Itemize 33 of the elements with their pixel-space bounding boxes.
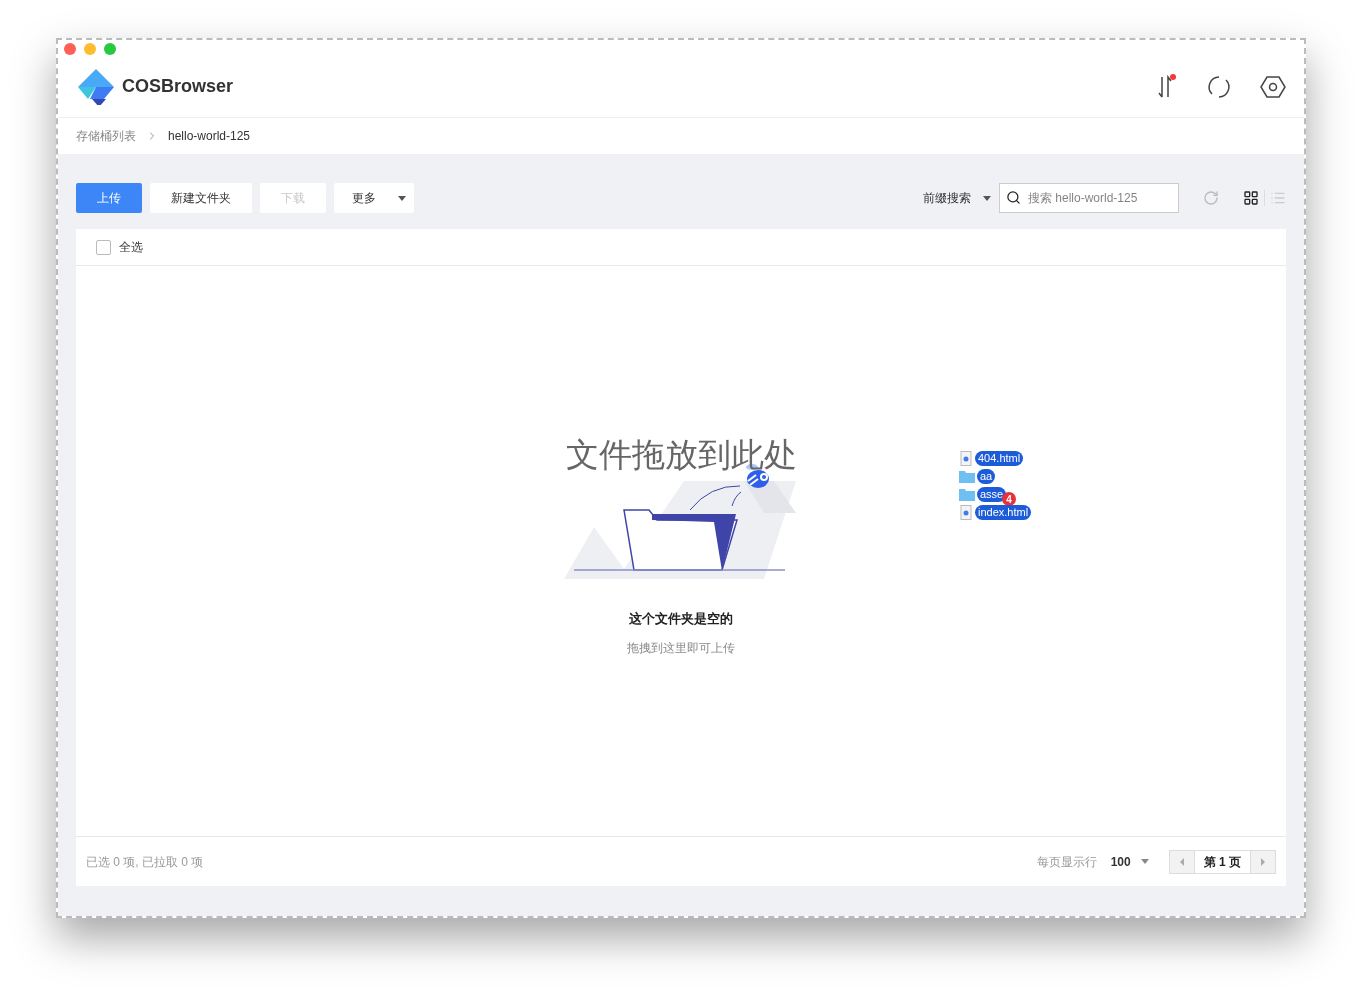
empty-subtitle: 拖拽到这里即可上传 [627, 639, 735, 657]
file-icon [959, 451, 973, 466]
file-icon [959, 505, 973, 520]
more-dropdown[interactable]: 更多 [334, 183, 414, 213]
toolbar-button[interactable]: 上传 [76, 183, 142, 213]
breadcrumb-item[interactable]: hello-world-125 [168, 127, 251, 145]
previous-page-button[interactable] [1169, 850, 1194, 873]
next-page-button[interactable] [1251, 850, 1275, 873]
search-mode-dropdown[interactable]: 前缀搜索 [923, 189, 991, 207]
page-size-label: 每页显示行 [1036, 853, 1097, 871]
search-field[interactable]: 搜索 hello-world-125 [999, 183, 1179, 213]
count-badge: 4 [1002, 492, 1016, 506]
drop-hint: 文件拖放到此处 [565, 438, 797, 471]
sync-icon[interactable] [1206, 73, 1232, 100]
search-icon [1006, 190, 1021, 205]
page-size-dropdown[interactable]: 100 [1110, 852, 1149, 871]
dragged-item-label: aa [977, 469, 996, 484]
list-view-icon[interactable] [1270, 190, 1286, 206]
dragged-item-label: 404.html [975, 451, 1024, 466]
breadcrumb-item[interactable]: 存储桶列表 [76, 127, 136, 145]
app-title: COSBrowser [122, 75, 234, 98]
selection-status: 已选 0 项, 已拉取 0 项 [86, 853, 204, 871]
empty-title: 这个文件夹是空的 [629, 610, 733, 628]
grid-view-icon[interactable] [1243, 190, 1259, 206]
settings-icon[interactable] [1260, 73, 1286, 100]
folder-icon [959, 488, 975, 501]
folder-icon [959, 470, 975, 483]
refresh-icon[interactable] [1203, 190, 1219, 206]
toolbar-button[interactable]: 新建文件夹 [150, 183, 252, 213]
checkbox[interactable] [96, 239, 111, 255]
dragged-item-label: index.html [975, 505, 1032, 520]
logo-icon [78, 68, 114, 105]
select-all-label: 全选 [119, 239, 143, 256]
